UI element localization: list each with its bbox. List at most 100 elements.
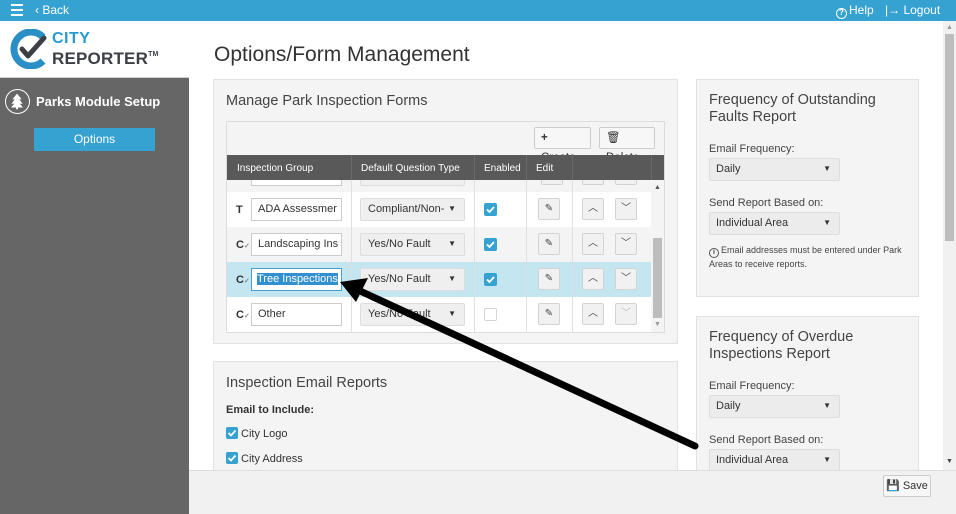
caret-down-icon: ▼ [448, 204, 456, 213]
enabled-checkbox[interactable] [484, 273, 497, 286]
inspection-group-name-input[interactable]: Tree Inspections [251, 268, 342, 291]
city-logo-checkbox[interactable]: City Logo [226, 427, 287, 440]
grid-scrollbar[interactable]: ▲ ▼ [651, 180, 664, 332]
info-icon: i [709, 248, 719, 258]
chevron-down-icon: ﹀ [621, 203, 631, 214]
options-button[interactable]: Options [34, 128, 155, 151]
grid-body: T ADA Assessmer Compliant/Non- ▼ ✎ ︿ ﹀ C✓… [227, 180, 651, 332]
overdue-inspections-title: Frequency of Overdue Inspections Report [709, 329, 854, 362]
main-content: Options/Form Management Manage Park Insp… [189, 21, 943, 470]
checkbox-checked-icon [226, 427, 238, 439]
top-bar: ‹ Back ? Help |→ Logout [0, 0, 956, 21]
question-type-select[interactable]: Yes/No Fault ▼ [360, 303, 465, 326]
outstanding-faults-panel: Frequency of Outstanding Faults Report E… [696, 79, 919, 297]
page-scrollbar-thumb[interactable] [945, 34, 954, 241]
page-scrollbar[interactable]: ▲ ▼ [943, 21, 956, 470]
move-down-button[interactable]: ﹀ [615, 233, 637, 255]
hamburger-menu-icon[interactable] [11, 4, 23, 16]
enabled-checkbox[interactable] [484, 238, 497, 251]
checklist-type-icon: C✓ [236, 274, 250, 286]
pencil-icon: ✎ [544, 308, 554, 319]
scroll-down-arrow-icon[interactable]: ▼ [946, 458, 953, 465]
move-down-button[interactable]: ﹀ [615, 198, 637, 220]
scroll-down-arrow-icon[interactable]: ▼ [654, 321, 661, 328]
send-based-on-select[interactable]: Individual Area ▼ [709, 449, 840, 470]
move-up-button[interactable]: ︿ [582, 268, 604, 290]
email-frequency-label: Email Frequency: [709, 380, 795, 392]
pencil-icon: ✎ [544, 203, 554, 214]
sidebar: CITY REPORTERTM Parks Module Setup Optio… [0, 21, 189, 514]
floppy-disk-icon: 💾 [886, 480, 903, 492]
page-title: Options/Form Management [214, 43, 470, 66]
checklist-type-icon: C✓ [236, 239, 250, 251]
chevron-up-icon: ︿ [588, 238, 598, 249]
grid-scrollbar-thumb[interactable] [653, 238, 662, 318]
logo: CITY REPORTERTM [0, 21, 189, 78]
delete-button[interactable]: 🗑 Delete [599, 127, 655, 164]
city-reporter-logo-icon [10, 29, 47, 69]
pencil-icon: ✎ [544, 273, 554, 284]
chevron-up-icon: ︿ [588, 203, 598, 214]
save-button[interactable]: 💾 Save [883, 475, 931, 497]
table-row[interactable]: T ADA Assessmer Compliant/Non- ▼ ✎ ︿ ﹀ [227, 192, 651, 227]
enabled-checkbox[interactable] [484, 308, 497, 321]
edit-button[interactable]: ✎ [538, 268, 560, 290]
column-header-question-type[interactable]: Default Question Type [361, 163, 460, 174]
forms-grid: + Create 🗑 Delete Inspection Group Defau… [226, 121, 665, 333]
footer-bar: 💾 Save [189, 470, 956, 514]
table-row-partial [227, 180, 651, 192]
overdue-inspections-panel: Frequency of Overdue Inspections Report … [696, 316, 919, 470]
trash-icon: 🗑 [606, 132, 621, 144]
inspection-group-name-input[interactable]: Landscaping Ins [251, 233, 342, 256]
caret-down-icon: ▼ [448, 239, 456, 248]
inspection-group-name-input[interactable]: ADA Assessmer [251, 198, 342, 221]
checkbox-checked-icon [226, 452, 238, 464]
create-button[interactable]: + Create [534, 127, 591, 164]
move-up-button[interactable]: ︿ [582, 198, 604, 220]
table-row-selected[interactable]: C✓ Tree Inspections Yes/No Fault ▼ ✎ ︿ ﹀ [227, 262, 651, 297]
help-link[interactable]: ? Help [836, 3, 874, 19]
caret-down-icon: ▼ [448, 309, 456, 318]
outstanding-faults-title: Frequency of Outstanding Faults Report [709, 92, 876, 125]
caret-down-icon: ▼ [823, 164, 831, 173]
enabled-checkbox[interactable] [484, 203, 497, 216]
column-header-inspection-group[interactable]: Inspection Group [237, 163, 313, 174]
manage-forms-title: Manage Park Inspection Forms [226, 93, 428, 109]
text-type-icon: T [236, 204, 243, 216]
chevron-down-icon: ﹀ [621, 238, 631, 249]
move-down-button[interactable]: ﹀ [615, 268, 637, 290]
email-note: i Email addresses must be entered under P… [709, 245, 902, 269]
column-header-enabled[interactable]: Enabled [484, 163, 521, 174]
send-based-on-select[interactable]: Individual Area ▼ [709, 212, 840, 235]
edit-button[interactable]: ✎ [538, 233, 560, 255]
city-address-checkbox[interactable]: City Address [226, 452, 303, 465]
move-up-button[interactable]: ︿ [582, 233, 604, 255]
email-reports-panel: Inspection Email Reports Email to Includ… [213, 361, 678, 470]
table-row[interactable]: C✓ Other Yes/No Fault ▼ ✎ ︿ ﹀ [227, 297, 651, 332]
caret-down-icon: ▼ [448, 274, 456, 283]
scroll-up-arrow-icon[interactable]: ▲ [946, 24, 953, 31]
column-header-edit[interactable]: Edit [536, 163, 553, 174]
move-up-button[interactable]: ︿ [582, 303, 604, 325]
question-type-select[interactable]: Yes/No Fault ▼ [360, 268, 465, 291]
edit-button[interactable]: ✎ [538, 198, 560, 220]
chevron-up-icon: ︿ [588, 308, 598, 319]
edit-button[interactable]: ✎ [538, 303, 560, 325]
chevron-up-icon: ︿ [588, 273, 598, 284]
logout-link[interactable]: |→ Logout [885, 3, 940, 17]
back-link[interactable]: ‹ Back [35, 3, 69, 17]
email-include-label: Email to Include: [226, 404, 315, 416]
question-type-select[interactable]: Yes/No Fault ▼ [360, 233, 465, 256]
email-reports-title: Inspection Email Reports [226, 375, 388, 391]
manage-forms-panel: Manage Park Inspection Forms + Create 🗑 … [213, 79, 678, 344]
help-icon: ? [836, 8, 847, 19]
email-frequency-select[interactable]: Daily ▼ [709, 395, 840, 418]
move-down-button-disabled: ﹀ [615, 303, 637, 325]
scroll-up-arrow-icon[interactable]: ▲ [654, 184, 661, 191]
table-row[interactable]: C✓ Landscaping Ins Yes/No Fault ▼ ✎ ︿ ﹀ [227, 227, 651, 262]
email-frequency-select[interactable]: Daily ▼ [709, 158, 840, 181]
grid-header: Inspection Group Default Question Type E… [227, 155, 664, 180]
inspection-group-name-input[interactable]: Other [251, 303, 342, 326]
caret-down-icon: ▼ [823, 455, 831, 464]
question-type-select[interactable]: Compliant/Non- ▼ [360, 198, 465, 221]
